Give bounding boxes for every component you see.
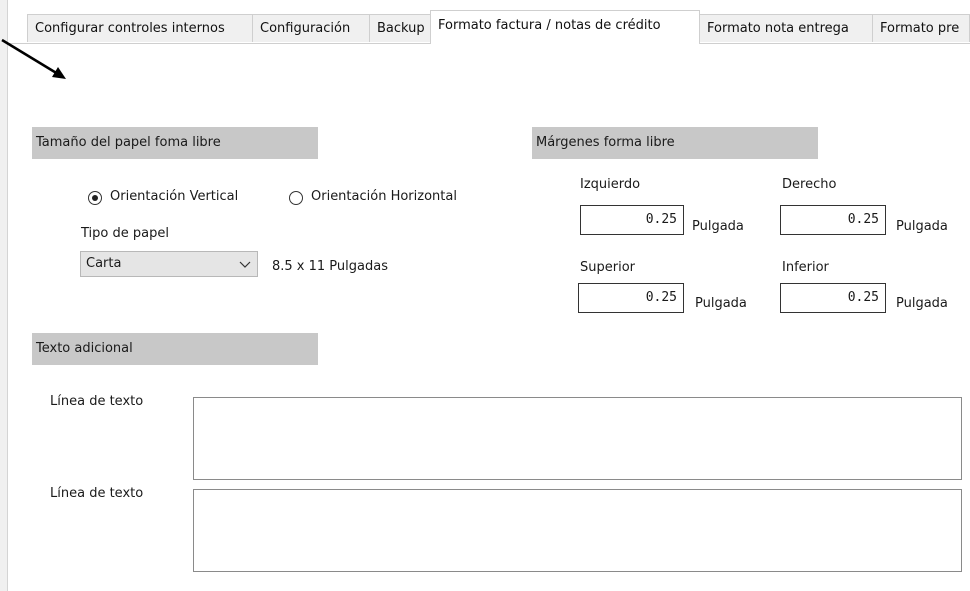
margin-bottom-unit: Pulgada	[896, 296, 948, 311]
arrow-annotation-icon	[1, 38, 66, 79]
paper-type-value: Carta	[86, 256, 122, 271]
paper-size-header: Tamaño del papel foma libre	[32, 127, 318, 159]
tab-backup[interactable]: Backup	[369, 14, 431, 42]
margin-left-label: Izquierdo	[580, 177, 641, 192]
margin-left-input[interactable]: 0.25	[580, 205, 684, 235]
margin-right-unit: Pulgada	[896, 219, 948, 234]
text-line-2-input[interactable]	[193, 489, 962, 572]
extra-text-header: Texto adicional	[32, 333, 318, 365]
text-line-1-label: Línea de texto	[50, 394, 144, 409]
margin-left-unit: Pulgada	[692, 219, 744, 234]
orientation-horizontal-radio[interactable]	[289, 191, 303, 205]
margin-top-unit: Pulgada	[695, 296, 747, 311]
margin-right-input[interactable]: 0.25	[780, 205, 886, 235]
margins-header: Márgenes forma libre	[532, 127, 818, 159]
paper-type-select[interactable]: Carta	[80, 251, 258, 277]
margin-top-input[interactable]: 0.25	[578, 283, 684, 313]
chevron-down-icon	[239, 261, 251, 268]
paper-size-text: 8.5 x 11 Pulgadas	[272, 259, 388, 274]
orientation-horizontal-label[interactable]: Orientación Horizontal	[311, 189, 457, 204]
tab-strip: Configurar controles internos Configurac…	[7, 0, 970, 44]
margin-bottom-label: Inferior	[782, 260, 829, 275]
tab-formato-nota-entrega[interactable]: Formato nota entrega	[699, 14, 873, 42]
tab-formato-factura[interactable]: Formato factura / notas de crédito	[430, 10, 700, 44]
margin-right-label: Derecho	[782, 177, 837, 192]
tab-configuracion[interactable]: Configuración	[252, 14, 370, 42]
orientation-vertical-label[interactable]: Orientación Vertical	[110, 189, 238, 204]
text-line-1-input[interactable]	[193, 397, 962, 480]
text-line-2-label: Línea de texto	[50, 486, 144, 501]
tab-formato-pre[interactable]: Formato pre	[872, 14, 970, 42]
margin-top-label: Superior	[580, 260, 635, 275]
paper-type-label: Tipo de papel	[81, 226, 169, 241]
orientation-vertical-radio[interactable]	[88, 191, 102, 205]
margin-bottom-input[interactable]: 0.25	[780, 283, 886, 313]
radio-selected-dot	[92, 195, 98, 201]
